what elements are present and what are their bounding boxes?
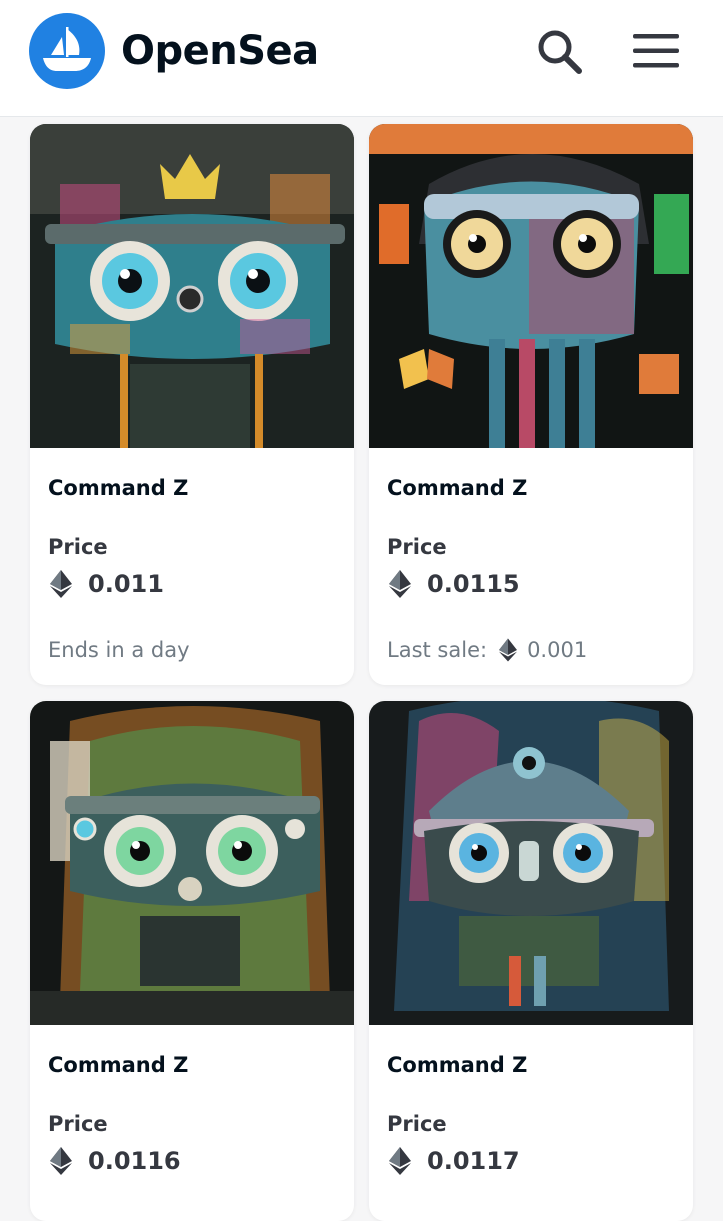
top-header: OpenSea (0, 0, 723, 117)
nft-artwork-image[interactable] (30, 701, 354, 1025)
card-title[interactable]: Command Z (48, 1053, 188, 1077)
nft-artwork-image[interactable] (369, 701, 693, 1025)
search-icon[interactable] (534, 26, 584, 76)
price-label: Price (387, 1112, 447, 1136)
ethereum-icon (50, 570, 72, 598)
nft-artwork-image[interactable] (369, 124, 693, 448)
price-row: 0.011 (50, 568, 164, 600)
price-label: Price (387, 535, 447, 559)
nft-artwork-image[interactable] (30, 124, 354, 448)
price-value: 0.0116 (88, 1147, 181, 1175)
nft-card[interactable]: Command Z Price 0.0117 (369, 701, 693, 1221)
nft-card[interactable]: Command Z Price 0.011 Ends in a day (30, 124, 354, 685)
ethereum-icon (50, 1147, 72, 1175)
card-title[interactable]: Command Z (48, 476, 188, 500)
price-row: 0.0116 (50, 1145, 181, 1177)
price-value: 0.0117 (427, 1147, 520, 1175)
price-value: 0.011 (88, 570, 164, 598)
brand-name[interactable]: OpenSea (121, 26, 319, 76)
card-footer: Last sale: 0.001 (387, 638, 587, 662)
price-label: Price (48, 1112, 108, 1136)
ethereum-icon (499, 638, 518, 662)
card-footer: Ends in a day (48, 638, 190, 662)
price-label: Price (48, 535, 108, 559)
card-title[interactable]: Command Z (387, 1053, 527, 1077)
price-row: 0.0115 (389, 568, 520, 600)
last-sale-value: 0.001 (527, 638, 588, 662)
nft-card[interactable]: Command Z Price 0.0115 Last sale: 0.001 (369, 124, 693, 685)
ethereum-icon (389, 570, 411, 598)
auction-end-text: Ends in a day (48, 638, 190, 662)
opensea-logo-icon[interactable] (29, 13, 105, 89)
price-value: 0.0115 (427, 570, 520, 598)
ethereum-icon (389, 1147, 411, 1175)
nft-card[interactable]: Command Z Price 0.0116 (30, 701, 354, 1221)
last-sale-label: Last sale: (387, 638, 488, 662)
hamburger-menu-icon[interactable] (631, 32, 681, 70)
price-row: 0.0117 (389, 1145, 520, 1177)
card-title[interactable]: Command Z (387, 476, 527, 500)
